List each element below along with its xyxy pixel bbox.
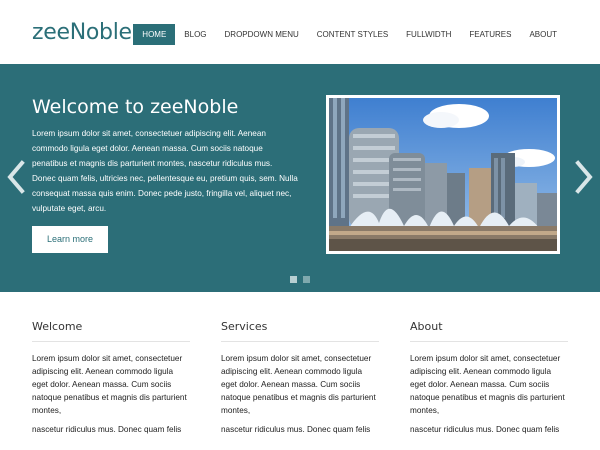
- nav-item-features[interactable]: FEATURES: [460, 24, 520, 45]
- nav-item-home[interactable]: HOME: [133, 24, 176, 45]
- nav-item-about[interactable]: ABOUT: [520, 24, 566, 45]
- column-services: Services Lorem ipsum dolor sit amet, con…: [221, 320, 379, 436]
- slide-image-city-fountains: [326, 95, 560, 254]
- nav-item-blog[interactable]: BLOG: [175, 24, 215, 45]
- column-text-secondary: nascetur ridiculus mus. Donec quam felis: [221, 425, 371, 434]
- column-text-secondary: nascetur ridiculus mus. Donec quam felis: [32, 425, 182, 434]
- slider-pagination: [290, 276, 310, 283]
- column-title: Services: [221, 320, 379, 342]
- column-title: Welcome: [32, 320, 190, 342]
- column-title: About: [410, 320, 568, 342]
- prev-slide-arrow-icon[interactable]: [6, 160, 26, 194]
- nav-item-dropdown-menu[interactable]: DROPDOWN MENU: [216, 24, 308, 45]
- slide-dot-2[interactable]: [303, 276, 310, 283]
- learn-more-button[interactable]: Learn more: [32, 226, 108, 253]
- slide-dot-1[interactable]: [290, 276, 297, 283]
- site-header: zeeNoble HOME BLOG DROPDOWN MENU CONTENT…: [0, 0, 600, 64]
- column-text: Lorem ipsum dolor sit amet, consectetuer…: [221, 354, 376, 415]
- column-text: Lorem ipsum dolor sit amet, consectetuer…: [32, 354, 187, 415]
- slider-text: Lorem ipsum dolor sit amet, consectetuer…: [32, 129, 298, 213]
- column-about: About Lorem ipsum dolor sit amet, consec…: [410, 320, 568, 436]
- nav-item-content-styles[interactable]: CONTENT STYLES: [308, 24, 397, 45]
- column-welcome: Welcome Lorem ipsum dolor sit amet, cons…: [32, 320, 190, 436]
- column-text: Lorem ipsum dolor sit amet, consectetuer…: [410, 354, 565, 415]
- slider-title: Welcome to zeeNoble: [32, 96, 239, 118]
- main-nav: HOME BLOG DROPDOWN MENU CONTENT STYLES F…: [133, 24, 566, 45]
- nav-item-fullwidth[interactable]: FULLWIDTH: [397, 24, 460, 45]
- site-logo[interactable]: zeeNoble: [32, 20, 132, 45]
- next-slide-arrow-icon[interactable]: [574, 160, 594, 194]
- column-text-secondary: nascetur ridiculus mus. Donec quam felis: [410, 425, 560, 434]
